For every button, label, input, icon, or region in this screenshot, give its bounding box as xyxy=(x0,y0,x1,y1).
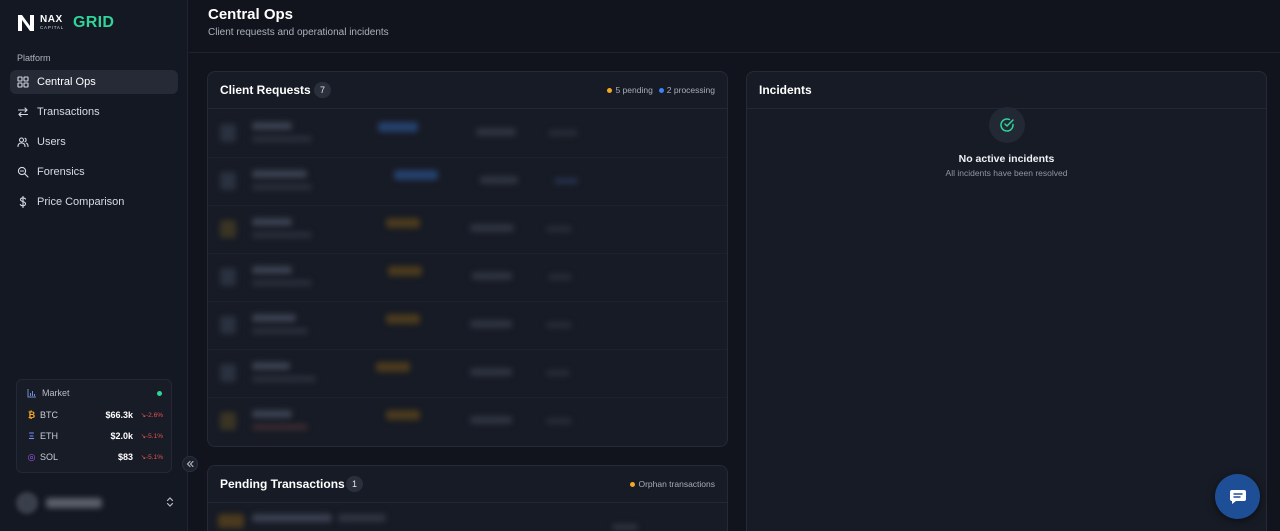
list-item[interactable] xyxy=(208,254,727,302)
sidebar-item-users[interactable]: Users xyxy=(10,130,178,154)
list-item[interactable] xyxy=(208,350,727,398)
request-list-redacted xyxy=(208,110,727,446)
market-change: ↘-5.1% xyxy=(140,454,163,461)
arrows-swap-icon xyxy=(17,106,29,118)
card-header: Incidents xyxy=(747,72,1266,109)
brand-logo[interactable]: NAX CAPITAL GRID xyxy=(16,12,114,34)
client-requests-card: Client Requests 7 5 pending 2 processing xyxy=(207,71,728,447)
list-item[interactable] xyxy=(208,302,727,350)
market-price: $2.0k xyxy=(110,431,133,441)
pending-dot-icon xyxy=(607,87,613,93)
sidebar-item-forensics[interactable]: Forensics xyxy=(10,160,178,184)
processing-dot-icon xyxy=(658,87,664,93)
card-title: Incidents xyxy=(759,83,812,97)
user-name-redacted xyxy=(46,498,102,508)
count-badge: 1 xyxy=(346,476,363,492)
pending-transactions-card: Pending Transactions 1 Orphan transactio… xyxy=(207,465,728,531)
empty-state-title: No active incidents xyxy=(958,153,1055,165)
list-item[interactable] xyxy=(208,398,727,446)
user-menu[interactable] xyxy=(16,492,174,514)
sidebar-item-price-comparison[interactable]: Price Comparison xyxy=(10,190,178,214)
sidebar-item-label: Forensics xyxy=(37,166,85,178)
orphan-dot-icon xyxy=(630,481,636,487)
nax-logo-icon xyxy=(18,15,34,31)
list-item[interactable] xyxy=(208,504,727,531)
legend-label: 2 processing xyxy=(666,85,715,95)
transaction-list-redacted xyxy=(208,504,727,531)
sidebar-item-central-ops[interactable]: Central Ops xyxy=(10,70,178,94)
solana-icon: ◎ xyxy=(27,451,36,462)
market-widget: Market ₿ BTC $66.3k ↘-2.6% Ξ ETH $2.0k ↘… xyxy=(16,379,172,473)
chevron-up-down-icon xyxy=(166,496,174,511)
sidebar-item-transactions[interactable]: Transactions xyxy=(10,100,178,124)
dollar-icon xyxy=(17,196,29,208)
search-zoom-icon xyxy=(17,166,29,178)
card-header: Client Requests 7 5 pending 2 processing xyxy=(208,72,727,109)
bar-chart-icon xyxy=(27,389,36,398)
bitcoin-icon: ₿ xyxy=(27,410,36,420)
logo-grid-text: GRID xyxy=(73,14,115,31)
list-item[interactable] xyxy=(208,110,727,158)
card-header: Pending Transactions 1 Orphan transactio… xyxy=(208,466,727,503)
market-live-indicator xyxy=(157,391,162,396)
logo-nax-text: NAX xyxy=(40,14,63,26)
legend-label: 5 pending xyxy=(615,85,653,95)
avatar xyxy=(16,492,38,514)
incidents-card: Incidents No active incidents All incide… xyxy=(746,71,1267,531)
sidebar-item-label: Price Comparison xyxy=(37,196,125,208)
market-symbol: BTC xyxy=(40,410,58,420)
sidebar-item-label: Transactions xyxy=(37,106,100,118)
list-item[interactable] xyxy=(208,158,727,206)
chat-support-button[interactable] xyxy=(1215,474,1260,519)
header-divider xyxy=(189,52,1280,53)
chevrons-left-icon xyxy=(186,460,194,468)
count-badge: 7 xyxy=(314,82,331,98)
sidebar-item-label: Users xyxy=(37,136,66,148)
market-title: Market xyxy=(42,388,70,398)
legend-processing: 2 processing xyxy=(658,85,715,95)
sidebar-item-label: Central Ops xyxy=(37,76,96,88)
card-title: Pending Transactions xyxy=(220,477,345,491)
logo-capital-text: CAPITAL xyxy=(40,25,65,31)
market-price: $66.3k xyxy=(105,410,133,420)
list-item[interactable] xyxy=(208,206,727,254)
market-header: Market xyxy=(27,388,70,398)
grid-icon xyxy=(17,76,29,88)
market-row-btc: ₿ BTC $66.3k ↘-2.6% xyxy=(27,408,163,422)
legend-pending: 5 pending xyxy=(607,85,653,95)
market-symbol: SOL xyxy=(40,452,59,462)
card-title: Client Requests xyxy=(220,83,311,97)
chat-bubble-icon xyxy=(1229,489,1246,504)
market-row-eth: Ξ ETH $2.0k ↘-5.1% xyxy=(27,429,163,443)
logo-wordmark: NAX CAPITAL xyxy=(40,15,64,31)
page-title: Central Ops xyxy=(208,6,294,23)
empty-state-subtitle: All incidents have been resolved xyxy=(945,168,1068,178)
collapse-sidebar-button[interactable] xyxy=(182,456,198,472)
legend-orphan: Orphan transactions xyxy=(630,479,715,489)
market-symbol: ETH xyxy=(40,431,58,441)
market-change: ↘-5.1% xyxy=(140,433,163,440)
sidebar-nav: Central Ops Transactions Users Forensics… xyxy=(10,70,178,220)
users-icon xyxy=(17,136,29,148)
status-legend: Orphan transactions xyxy=(624,479,715,489)
status-legend: 5 pending 2 processing xyxy=(601,85,715,95)
ethereum-icon: Ξ xyxy=(28,431,35,441)
market-row-sol: ◎ SOL $83 ↘-5.1% xyxy=(27,450,163,464)
market-change: ↘-2.6% xyxy=(140,412,163,419)
page-subtitle: Client requests and operational incident… xyxy=(208,27,389,38)
legend-label: Orphan transactions xyxy=(638,479,715,489)
nav-section-label: Platform xyxy=(17,53,51,63)
sidebar: NAX CAPITAL GRID Platform Central Ops Tr… xyxy=(0,0,188,531)
check-circle-icon xyxy=(989,107,1025,143)
market-price: $83 xyxy=(117,452,133,462)
